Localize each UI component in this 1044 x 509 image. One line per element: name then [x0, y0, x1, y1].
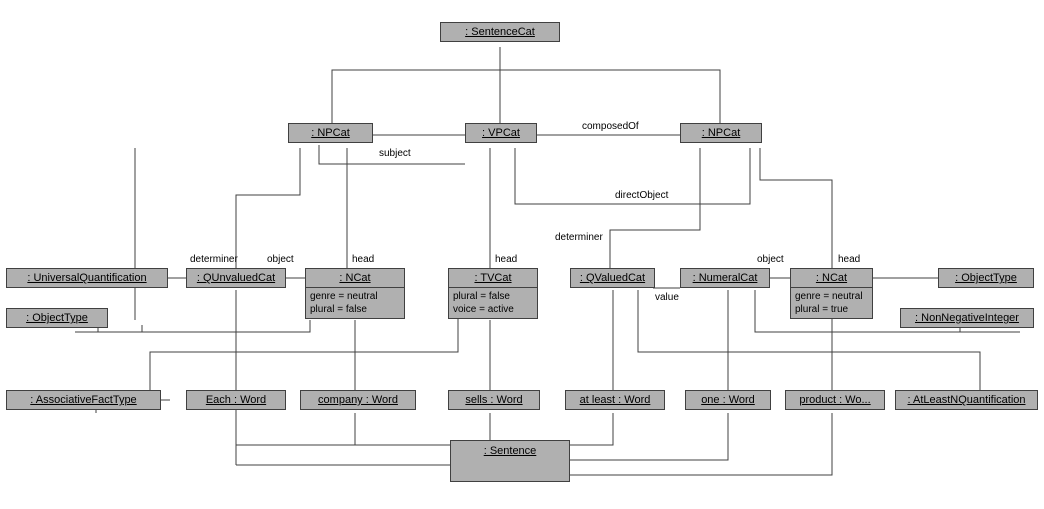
node-title: one : Word	[686, 391, 770, 409]
node-title: : UniversalQuantification	[7, 269, 167, 287]
node-company-word: company : Word	[300, 390, 416, 410]
node-npcat-2: : NPCat	[680, 123, 762, 143]
node-title: : VPCat	[466, 124, 536, 142]
node-title: : QValuedCat	[571, 269, 654, 287]
edge-label-head-2: head	[495, 254, 517, 265]
node-sentence: : Sentence	[450, 440, 570, 482]
node-vpcat: : VPCat	[465, 123, 537, 143]
edge-label-head-1: head	[352, 254, 374, 265]
edge-label-subject: subject	[379, 148, 411, 159]
edge-label-object-2: object	[757, 254, 784, 265]
node-title: : NPCat	[289, 124, 372, 142]
node-associativefacttype: : AssociativeFactType	[6, 390, 161, 410]
node-objecttype-1: : ObjectType	[6, 308, 108, 328]
node-title: : ObjectType	[7, 309, 107, 327]
node-title: : NCat	[306, 269, 404, 287]
edge-label-determiner-1: determiner	[190, 254, 238, 265]
node-sells-word: sells : Word	[448, 390, 540, 410]
node-title: : NumeralCat	[681, 269, 769, 287]
node-qvaluedcat: : QValuedCat	[570, 268, 655, 288]
node-title: : SentenceCat	[441, 23, 559, 41]
node-nonnegativeinteger: : NonNegativeInteger	[900, 308, 1034, 328]
node-product-word: product : Wo...	[785, 390, 885, 410]
node-atleast-word: at least : Word	[565, 390, 665, 410]
node-title: : AssociativeFactType	[7, 391, 160, 409]
node-numeralcat: : NumeralCat	[680, 268, 770, 288]
node-title: : QUnvaluedCat	[187, 269, 285, 287]
attr: voice = active	[453, 303, 533, 316]
edge-label-composedof: composedOf	[582, 121, 639, 132]
node-title: product : Wo...	[786, 391, 884, 409]
node-title: Each : Word	[187, 391, 285, 409]
node-ncat-1: : NCat genre = neutral plural = false	[305, 268, 405, 319]
attr: genre = neutral	[795, 290, 868, 303]
diagram-connectors	[0, 0, 1044, 509]
edge-label-object-1: object	[267, 254, 294, 265]
attr: plural = true	[795, 303, 868, 316]
node-one-word: one : Word	[685, 390, 771, 410]
edge-label-directobject: directObject	[615, 190, 668, 201]
node-atleastnquantification: : AtLeastNQuantification	[895, 390, 1038, 410]
node-title: : Sentence	[451, 441, 569, 460]
node-ncat-2: : NCat genre = neutral plural = true	[790, 268, 873, 319]
edge-label-value: value	[655, 292, 679, 303]
node-title: : NPCat	[681, 124, 761, 142]
node-title: : ObjectType	[939, 269, 1033, 287]
node-each-word: Each : Word	[186, 390, 286, 410]
node-qunvaluedcat: : QUnvaluedCat	[186, 268, 286, 288]
node-title: : NCat	[791, 269, 872, 287]
node-title: at least : Word	[566, 391, 664, 409]
node-title: sells : Word	[449, 391, 539, 409]
node-universalquantification: : UniversalQuantification	[6, 268, 168, 288]
edge-label-determiner-2: determiner	[555, 232, 603, 243]
node-title: : NonNegativeInteger	[901, 309, 1033, 327]
node-title: company : Word	[301, 391, 415, 409]
attr: plural = false	[310, 303, 400, 316]
edge-label-head-3: head	[838, 254, 860, 265]
node-npcat-1: : NPCat	[288, 123, 373, 143]
attr: plural = false	[453, 290, 533, 303]
node-tvcat: : TVCat plural = false voice = active	[448, 268, 538, 319]
node-sentencecat: : SentenceCat	[440, 22, 560, 42]
node-title: : AtLeastNQuantification	[896, 391, 1037, 409]
node-objecttype-2: : ObjectType	[938, 268, 1034, 288]
attr: genre = neutral	[310, 290, 400, 303]
node-title: : TVCat	[449, 269, 537, 287]
